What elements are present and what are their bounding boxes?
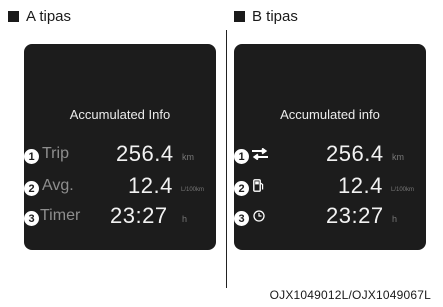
row-unit: L/100km	[391, 187, 415, 193]
row-value: 12.4	[128, 173, 173, 198]
row-value: 23:27	[326, 203, 384, 228]
fuel-pump-icon	[253, 179, 264, 197]
figure-code: OJX1049012L/OJX1049067L	[269, 288, 431, 302]
row-label: Avg.	[42, 177, 74, 194]
section-b-title: B tipas	[252, 8, 298, 25]
panel-b-row-timer: 3 23:27 h	[234, 203, 426, 235]
display-panel-b: Accumulated info 1 256.4 km 2 12.4 L/100…	[234, 44, 426, 250]
section-label-b: B tipas	[234, 8, 298, 25]
row-value: 12.4	[338, 173, 383, 198]
panel-a-row-avg: 2 Avg. 12.4 L/100km	[24, 173, 216, 205]
panel-a-title: Accumulated Info	[69, 107, 171, 122]
row-unit: km	[182, 152, 194, 162]
row-value: 256.4	[116, 141, 174, 166]
row-label: Trip	[42, 145, 69, 162]
row-unit: L/100km	[181, 187, 205, 193]
callout-number: 2	[24, 181, 39, 196]
row-value: 256.4	[326, 141, 384, 166]
display-panel-a: Accumulated Info 1 Trip 256.4 km 2 Avg. …	[24, 44, 216, 250]
clock-icon	[253, 209, 265, 227]
row-label: Timer	[40, 207, 81, 224]
row-unit: h	[182, 214, 188, 224]
panel-b-row-avg: 2 12.4 L/100km	[234, 173, 426, 205]
row-unit: h	[392, 214, 398, 224]
section-a-title: A tipas	[26, 8, 72, 25]
square-bullet-icon	[8, 11, 19, 22]
row-value: 23:27	[110, 203, 168, 228]
panel-b-title: Accumulated info	[280, 107, 380, 122]
panel-b-row-trip: 1 256.4 km	[234, 141, 426, 173]
square-bullet-icon	[234, 11, 245, 22]
section-label-a: A tipas	[8, 8, 71, 25]
vertical-divider	[226, 30, 227, 288]
panel-a-row-trip: 1 Trip 256.4 km	[24, 141, 216, 173]
callout-number: 1	[24, 149, 39, 164]
callout-number: 1	[234, 149, 249, 164]
callout-number: 3	[234, 211, 249, 226]
panel-a-row-timer: 3 Timer 23:27 h	[24, 203, 216, 235]
callout-number: 2	[234, 181, 249, 196]
callout-number: 3	[24, 211, 39, 226]
distance-arrows-icon	[251, 147, 269, 165]
row-unit: km	[392, 152, 404, 162]
